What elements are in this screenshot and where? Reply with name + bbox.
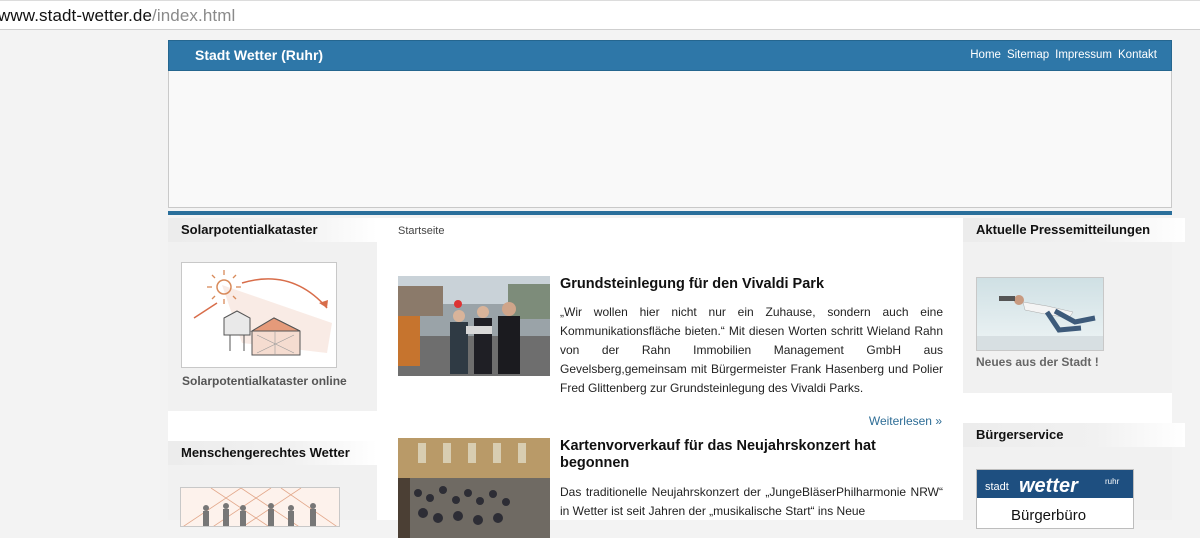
header-banner — [168, 71, 1172, 208]
solar-image[interactable] — [181, 262, 337, 368]
nav-impressum[interactable]: Impressum — [1055, 49, 1112, 61]
menschen-image[interactable] — [180, 487, 340, 527]
press-caption-link[interactable]: Neues aus der Stadt ! — [976, 355, 1099, 369]
article-text: Das traditionelle Neujahrskonzert der „J… — [560, 485, 943, 518]
site-title[interactable]: Stadt Wetter (Ruhr) — [195, 47, 323, 63]
svg-text:stadt: stadt — [985, 481, 1009, 493]
press-image[interactable] — [976, 277, 1104, 351]
breadcrumb[interactable]: Startseite — [398, 225, 444, 237]
svg-text:ruhr: ruhr — [1105, 477, 1120, 486]
read-more-link[interactable]: Weiterlesen » — [869, 414, 942, 428]
solar-box: Solarpotentialkataster Solarpotentialkat… — [168, 218, 377, 411]
page-container: Stadt Wetter (Ruhr) Home Sitemap Impress… — [168, 40, 1185, 538]
press-box-title: Aktuelle Pressemitteilungen — [963, 218, 1185, 242]
article-thumbnail[interactable] — [398, 276, 550, 376]
url-host: www.stadt-wetter.de — [0, 6, 153, 25]
right-spacer — [963, 393, 1172, 423]
article-text: „Wir wollen hier nicht nur ein Zuhause, … — [560, 305, 943, 395]
buergerservice-box: Bürgerservice stadt wetter ruhr Bürgerbü… — [963, 423, 1185, 529]
right-sidebar: Aktuelle Pressemitteilungen Neues aus de… — [963, 218, 1185, 529]
buergerbuero-image[interactable]: stadt wetter ruhr Bürgerbüro — [976, 469, 1134, 529]
nav-home[interactable]: Home — [970, 49, 1001, 61]
main-content: Startseite Grundsteinlegung für den Viva… — [377, 218, 963, 538]
header-divider — [168, 211, 1172, 215]
article-thumbnail[interactable] — [398, 438, 550, 538]
solar-caption-link[interactable]: Solarpotentialkataster online — [182, 374, 347, 388]
address-bar[interactable]: www.stadt-wetter.de/index.html — [0, 0, 1200, 30]
menschen-box-title: Menschengerechtes Wetter — [168, 441, 377, 465]
top-navigation: Home Sitemap Impressum Kontakt — [970, 49, 1157, 61]
site-header: Stadt Wetter (Ruhr) Home Sitemap Impress… — [168, 40, 1172, 71]
url-path: /index.html — [152, 6, 236, 25]
buergerservice-box-title: Bürgerservice — [963, 423, 1185, 447]
menschen-box: Menschengerechtes Wetter — [168, 441, 377, 527]
nav-sitemap[interactable]: Sitemap — [1007, 49, 1049, 61]
article-title[interactable]: Kartenvorverkauf für das Neujahrskonzert… — [560, 438, 943, 472]
left-sidebar: Solarpotentialkataster Solarpotentialkat… — [168, 218, 377, 527]
article-title[interactable]: Grundsteinlegung für den Vivaldi Park — [560, 276, 943, 293]
url-text[interactable]: www.stadt-wetter.de/index.html — [0, 6, 235, 26]
nav-kontakt[interactable]: Kontakt — [1118, 49, 1157, 61]
press-box: Aktuelle Pressemitteilungen Neues aus de… — [963, 218, 1185, 393]
left-spacer — [168, 411, 377, 441]
svg-text:Bürgerbüro: Bürgerbüro — [1011, 507, 1086, 524]
svg-text:wetter: wetter — [1019, 475, 1079, 497]
solar-box-title: Solarpotentialkataster — [168, 218, 377, 242]
